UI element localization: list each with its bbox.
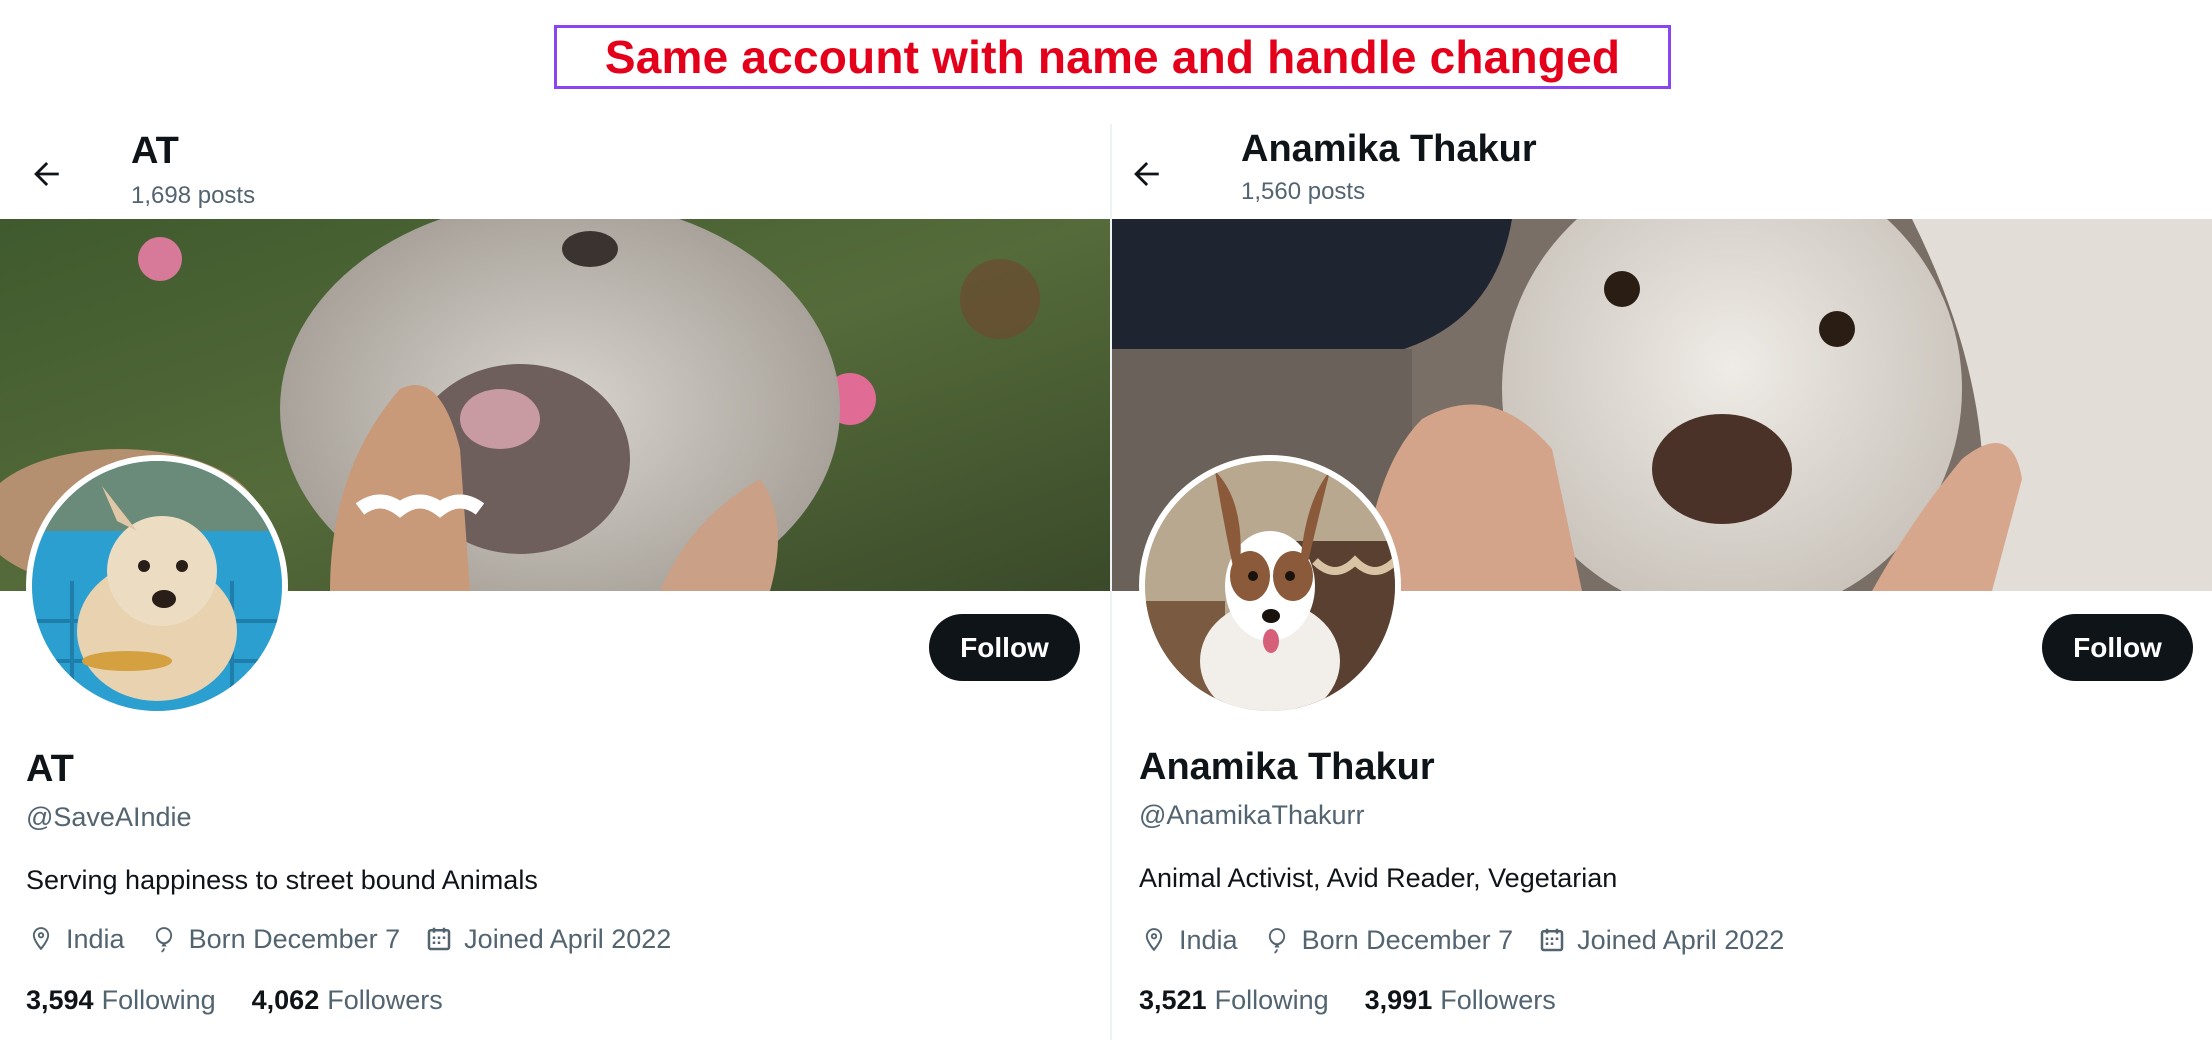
joined-text: Joined April 2022 [464, 923, 672, 954]
display-name: Anamika Thakur [1139, 746, 1435, 788]
balloon-icon [1268, 928, 1285, 954]
user-bio: Serving happiness to street bound Animal… [26, 865, 538, 895]
profile-avatar[interactable] [1139, 455, 1401, 717]
back-arrow-icon [1134, 161, 1159, 187]
following-label: Following [1214, 984, 1329, 1015]
following-count: 3,521 [1139, 984, 1207, 1015]
dog-avatar-photo [32, 461, 282, 711]
following-link[interactable]: 3,594 Following [26, 985, 216, 1016]
caption-box: Same account with name and handle change… [554, 25, 1671, 89]
header-name: Anamika Thakur [1241, 128, 1537, 170]
followers-label: Followers [1440, 984, 1556, 1015]
birthday-item: Born December 7 [149, 923, 401, 955]
birthday-text: Born December 7 [1301, 924, 1514, 955]
balloon-icon [155, 927, 172, 953]
profile-meta-row: India Born December 7 Joined April 2022 [1139, 920, 1808, 960]
dog-avatar-photo [1145, 461, 1395, 711]
joined-item: Joined April 2022 [1537, 925, 1784, 956]
header-post-count: 1,560 posts [1241, 178, 1366, 205]
profile-meta-row: India Born December 7 Joined April 2022 [26, 919, 695, 959]
back-button[interactable] [1126, 154, 1166, 194]
followers-label: Followers [327, 984, 443, 1015]
back-button[interactable] [26, 154, 66, 194]
profile-left: AT 1,698 posts Follow AT @SaveAIndie Ser… [0, 124, 1110, 1040]
joined-text: Joined April 2022 [1577, 924, 1785, 955]
header-post-count: 1,698 posts [131, 182, 256, 209]
location-pin-icon [1145, 928, 1163, 952]
profile-avatar[interactable] [26, 455, 288, 717]
joined-item: Joined April 2022 [424, 924, 671, 955]
followers-link[interactable]: 4,062 Followers [252, 985, 443, 1016]
follow-button[interactable]: Follow [2042, 614, 2193, 681]
profile-header-bar: Anamika Thakur 1,560 posts [1112, 124, 2212, 219]
follow-stats-row: 3,594 Following 4,062 Followers [26, 980, 479, 1020]
location-text: India [1179, 924, 1238, 955]
user-handle: @SaveAIndie [26, 802, 192, 832]
follow-stats-row: 3,521 Following 3,991 Followers [1139, 980, 1592, 1020]
back-arrow-icon [34, 161, 59, 187]
following-count: 3,594 [26, 984, 94, 1015]
followers-link[interactable]: 3,991 Followers [1365, 985, 1556, 1016]
location-item: India [26, 924, 125, 955]
profile-header-bar: AT 1,698 posts [0, 124, 1110, 219]
birthday-item: Born December 7 [1262, 924, 1514, 956]
calendar-icon [427, 927, 451, 951]
header-name: AT [131, 130, 179, 172]
profile-right: Anamika Thakur 1,560 posts Follow Anamik… [1112, 124, 2212, 1040]
followers-count: 3,991 [1364, 984, 1433, 1015]
user-handle: @AnamikaThakurr [1139, 800, 1365, 830]
location-item: India [1139, 925, 1238, 956]
caption-text: Same account with name and handle change… [604, 31, 1621, 83]
calendar-icon [1540, 928, 1564, 952]
following-link[interactable]: 3,521 Following [1139, 985, 1329, 1016]
location-text: India [66, 923, 125, 954]
followers-count: 4,062 [251, 984, 320, 1015]
following-label: Following [101, 984, 216, 1015]
display-name: AT [26, 748, 74, 790]
birthday-text: Born December 7 [188, 923, 401, 954]
user-bio: Animal Activist, Avid Reader, Vegetarian [1139, 863, 1618, 893]
location-pin-icon [32, 927, 50, 951]
follow-button[interactable]: Follow [929, 614, 1080, 681]
